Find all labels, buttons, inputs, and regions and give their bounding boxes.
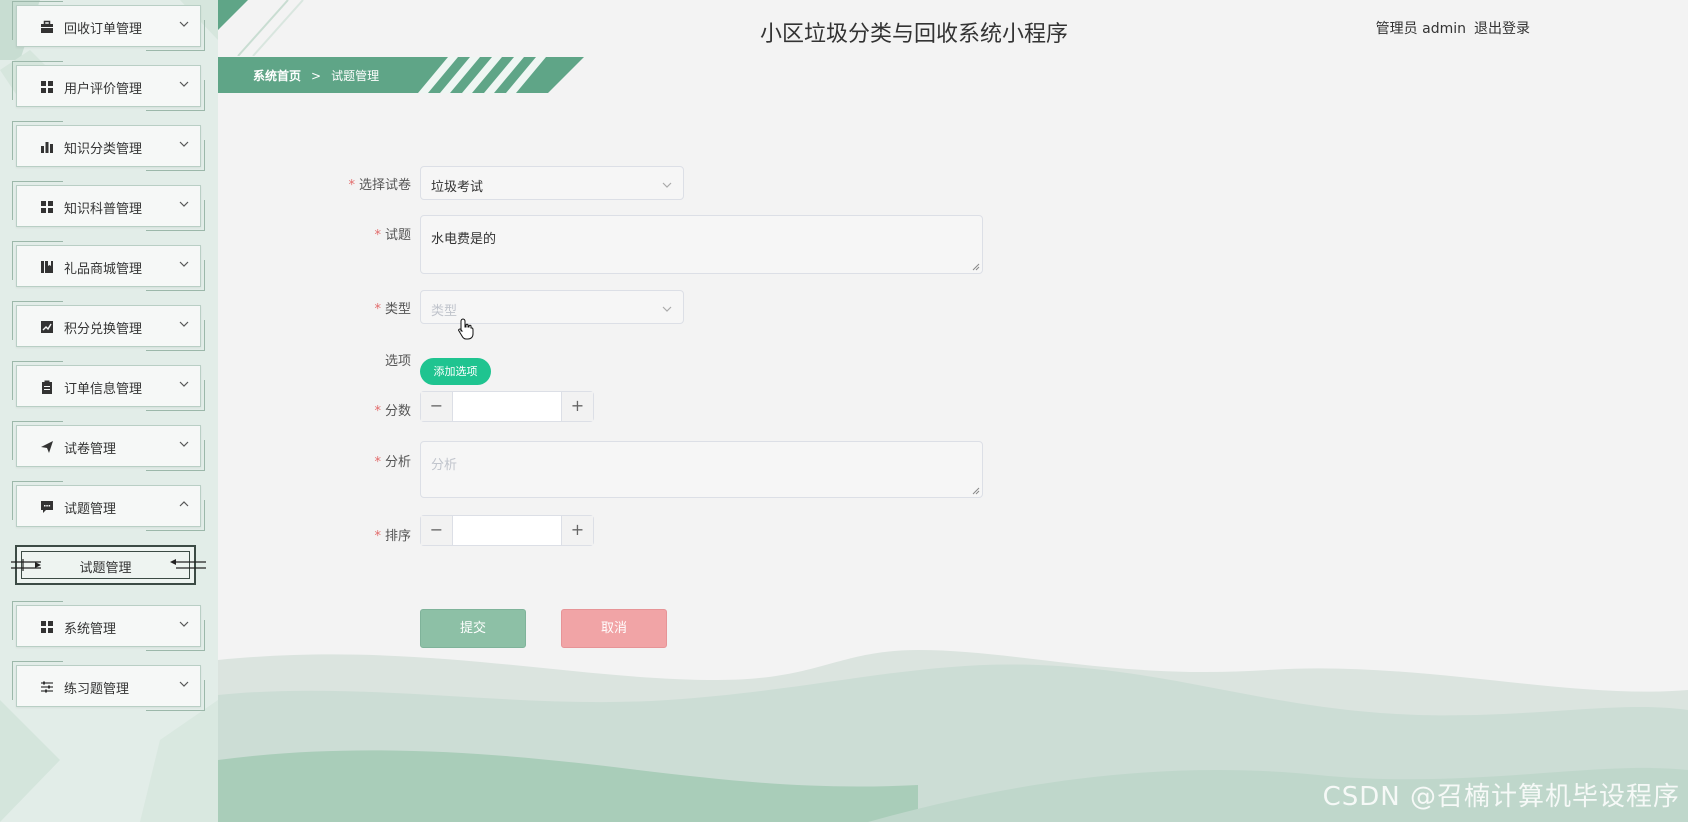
breadcrumb-current: 试题管理 — [331, 69, 380, 83]
sidebar-item-knowledge-science[interactable]: 知识科普管理 — [12, 181, 205, 231]
sort-input[interactable] — [454, 516, 560, 545]
sidebar-item-knowledge-category[interactable]: 知识分类管理 — [12, 121, 205, 171]
score-label: * 分数 — [374, 404, 411, 419]
resize-grip-icon — [972, 487, 980, 495]
bar-chart-icon — [41, 142, 53, 153]
chevron-up-icon — [179, 501, 189, 507]
sidebar: 回收订单管理 用户评价管理 知识分类管理 知识科普管理 礼品商城管理 积分兑换管… — [0, 0, 218, 822]
score-decrement-button[interactable]: − — [421, 392, 453, 421]
chevron-down-icon — [179, 681, 189, 687]
score-stepper: − + — [420, 391, 594, 422]
score-input[interactable] — [454, 392, 560, 421]
chat-icon — [41, 501, 53, 513]
sidebar-item-label: 系统管理 — [64, 622, 117, 637]
score-increment-button[interactable]: + — [561, 392, 593, 421]
sidebar-item-label: 试卷管理 — [64, 442, 117, 457]
chevron-down-icon — [662, 182, 672, 188]
watermark: CSDN @召楠计算机毕设程序 — [1322, 782, 1680, 812]
book-icon — [41, 261, 53, 273]
sidebar-item-order-info[interactable]: 订单信息管理 — [12, 361, 205, 411]
trend-icon — [41, 321, 53, 333]
sidebar-subitem-question-management[interactable]: 试题管理 — [11, 545, 206, 585]
question-textarea[interactable]: 水电费是的 — [420, 215, 983, 274]
user-info: 管理员 admin 退出登录 — [1368, 18, 1530, 38]
grid-icon — [41, 201, 53, 213]
chevron-down-icon — [179, 81, 189, 87]
chevron-down-icon — [179, 381, 189, 387]
sidebar-item-label: 订单信息管理 — [64, 382, 143, 397]
submit-button[interactable]: 提交 — [420, 609, 526, 648]
chevron-down-icon — [179, 321, 189, 327]
sidebar-item-label: 试题管理 — [64, 502, 117, 517]
send-icon — [41, 441, 53, 453]
sliders-icon — [41, 681, 53, 693]
sidebar-item-label: 知识分类管理 — [64, 142, 143, 157]
sidebar-item-points-exchange[interactable]: 积分兑换管理 — [12, 301, 205, 351]
breadcrumb-separator: > — [311, 69, 322, 83]
cancel-button[interactable]: 取消 — [561, 609, 667, 648]
sidebar-item-label: 用户评价管理 — [64, 82, 143, 97]
chevron-down-icon — [179, 621, 189, 627]
hand-cursor-icon — [458, 318, 474, 340]
question-text: 水电费是的 — [431, 232, 497, 247]
sidebar-item-label: 知识科普管理 — [64, 202, 143, 217]
options-label: 选项 — [384, 354, 411, 369]
sort-stepper: − + — [420, 515, 594, 546]
sidebar-item-label: 积分兑换管理 — [64, 322, 143, 337]
sidebar-item-label: 礼品商城管理 — [64, 262, 143, 277]
sidebar-item-gift-mall[interactable]: 礼品商城管理 — [12, 241, 205, 291]
sidebar-item-exercise-management[interactable]: 练习题管理 — [12, 661, 205, 711]
sort-increment-button[interactable]: + — [561, 516, 593, 545]
sort-decrement-button[interactable]: − — [421, 516, 453, 545]
grid-icon — [41, 621, 53, 633]
sort-label: * 排序 — [374, 529, 411, 544]
chevron-down-icon — [662, 306, 672, 312]
type-select-placeholder: 类型 — [431, 304, 458, 319]
clipboard-icon — [42, 380, 52, 394]
sidebar-item-user-reviews[interactable]: 用户评价管理 — [12, 61, 205, 111]
chevron-down-icon — [179, 261, 189, 267]
question-label: * 试题 — [374, 228, 411, 243]
chevron-down-icon — [179, 441, 189, 447]
chevron-down-icon — [179, 141, 189, 147]
sidebar-item-paper-management[interactable]: 试卷管理 — [12, 421, 205, 471]
add-option-button[interactable]: 添加选项 — [420, 358, 491, 385]
paper-label: * 选择试卷 — [348, 178, 411, 193]
analysis-label: * 分析 — [374, 455, 411, 470]
paper-select[interactable]: 垃圾考试 — [420, 166, 684, 200]
type-label: * 类型 — [374, 302, 411, 317]
logout-link[interactable]: 退出登录 — [1474, 21, 1530, 37]
arrow-left-icon — [170, 559, 206, 569]
chevron-down-icon — [179, 201, 189, 207]
admin-label: 管理员 admin — [1375, 21, 1466, 37]
sidebar-item-question-management[interactable]: 试题管理 — [12, 481, 205, 531]
breadcrumb: 系统首页 > 试题管理 — [253, 67, 379, 84]
grid-icon — [41, 81, 53, 93]
sidebar-item-label: 练习题管理 — [64, 682, 130, 697]
analysis-placeholder: 分析 — [431, 458, 458, 473]
paper-select-value: 垃圾考试 — [431, 180, 484, 195]
resize-grip-icon — [972, 263, 980, 271]
sidebar-item-system-management[interactable]: 系统管理 — [12, 601, 205, 651]
analysis-textarea[interactable]: 分析 — [420, 441, 983, 498]
breadcrumb-home[interactable]: 系统首页 — [253, 69, 301, 83]
